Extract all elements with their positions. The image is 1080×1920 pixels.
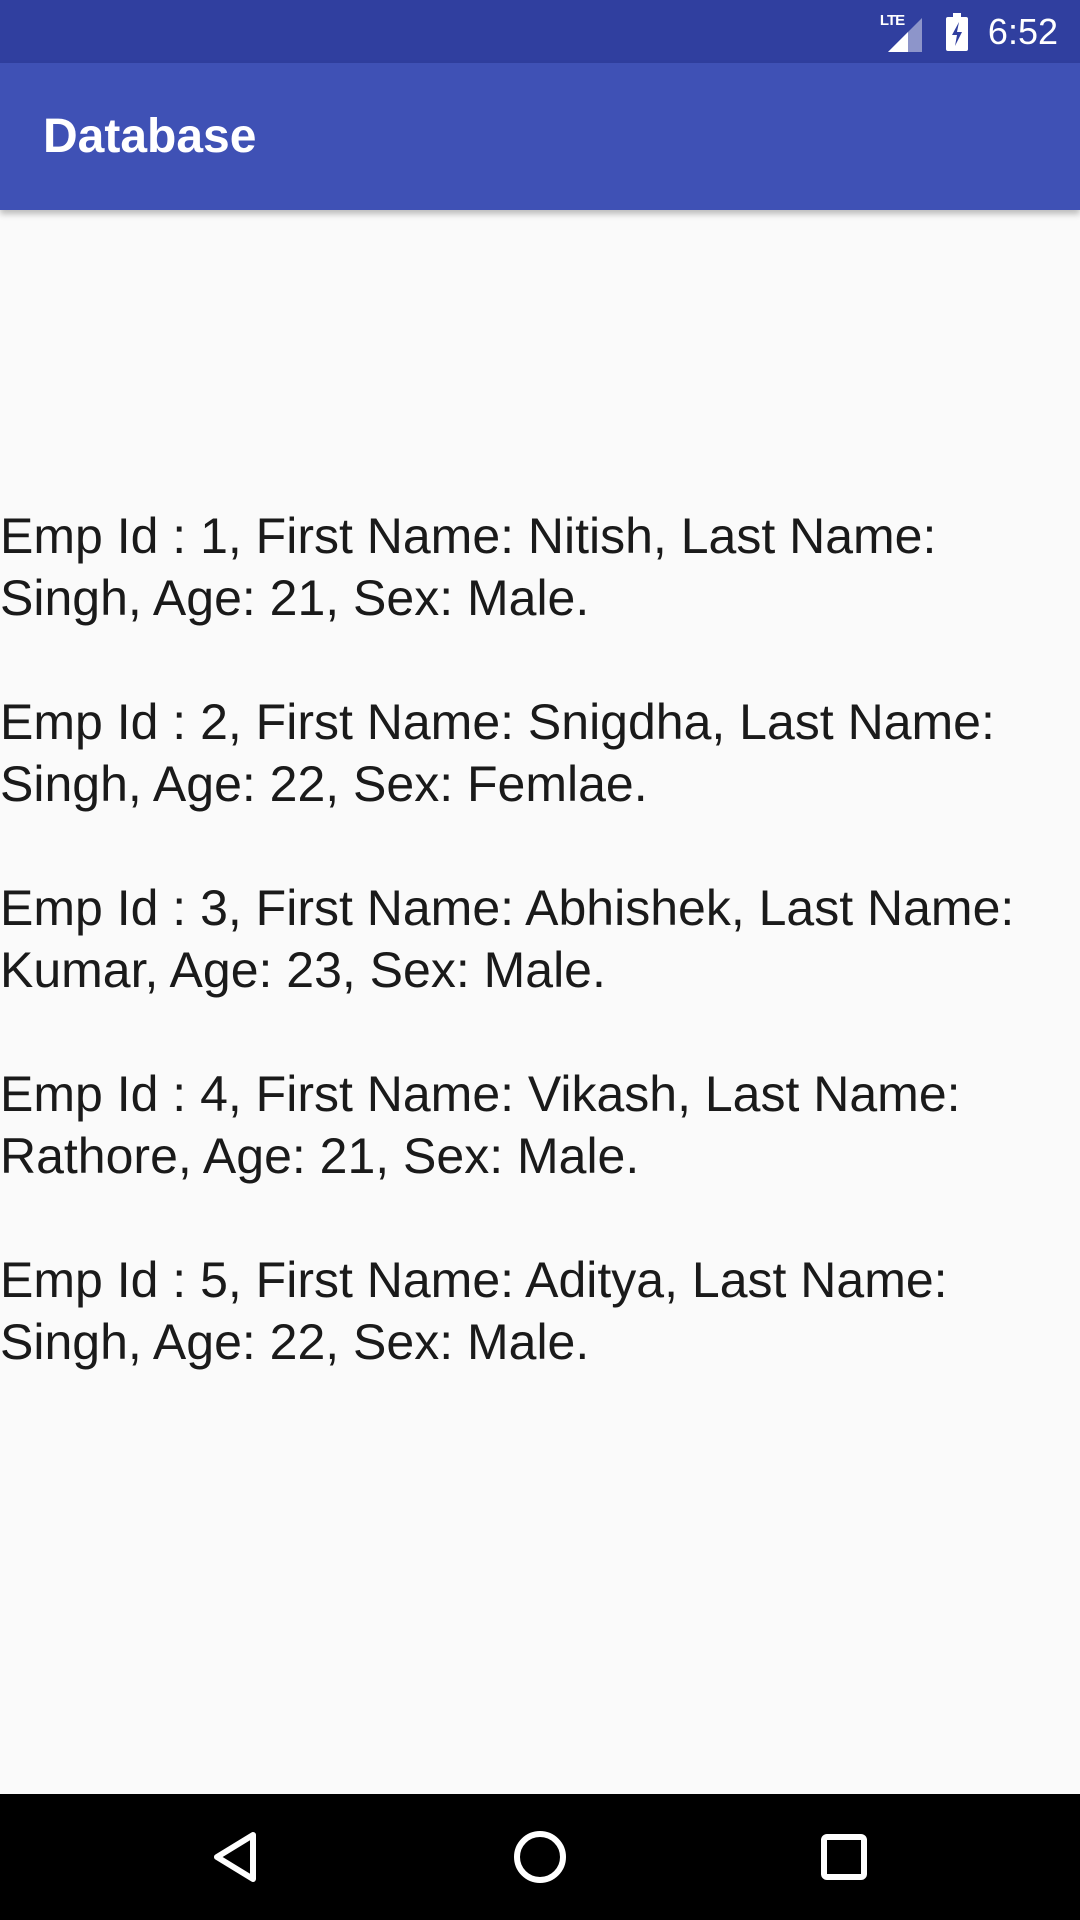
lte-signal-icon: LTE bbox=[880, 12, 926, 52]
navigation-bar bbox=[0, 1794, 1080, 1920]
status-bar: LTE 6:52 bbox=[0, 0, 1080, 63]
content-area: Emp Id : 1, First Name: Nitish, Last Nam… bbox=[0, 210, 1080, 1794]
back-icon bbox=[214, 1832, 256, 1882]
employee-record: Emp Id : 2, First Name: Snigdha, Last Na… bbox=[0, 694, 995, 812]
employee-record: Emp Id : 5, First Name: Aditya, Last Nam… bbox=[0, 1252, 948, 1370]
home-icon bbox=[514, 1831, 566, 1883]
employee-records: Emp Id : 1, First Name: Nitish, Last Nam… bbox=[0, 505, 1080, 1435]
back-button[interactable] bbox=[176, 1794, 296, 1920]
status-icons: LTE 6:52 bbox=[880, 0, 1058, 63]
status-time: 6:52 bbox=[987, 10, 1058, 52]
recents-button[interactable] bbox=[784, 1794, 904, 1920]
screen: LTE 6:52 Database Emp Id : 1, First Name… bbox=[0, 0, 1080, 1920]
home-button[interactable] bbox=[480, 1794, 600, 1920]
app-title: Database bbox=[43, 110, 257, 163]
employee-record: Emp Id : 4, First Name: Vikash, Last Nam… bbox=[0, 1066, 961, 1184]
employee-record: Emp Id : 1, First Name: Nitish, Last Nam… bbox=[0, 508, 937, 626]
recents-icon bbox=[821, 1834, 867, 1880]
app-bar: Database bbox=[0, 63, 1080, 210]
battery-charging-icon bbox=[945, 12, 968, 51]
employee-record: Emp Id : 3, First Name: Abhishek, Last N… bbox=[0, 880, 1015, 998]
